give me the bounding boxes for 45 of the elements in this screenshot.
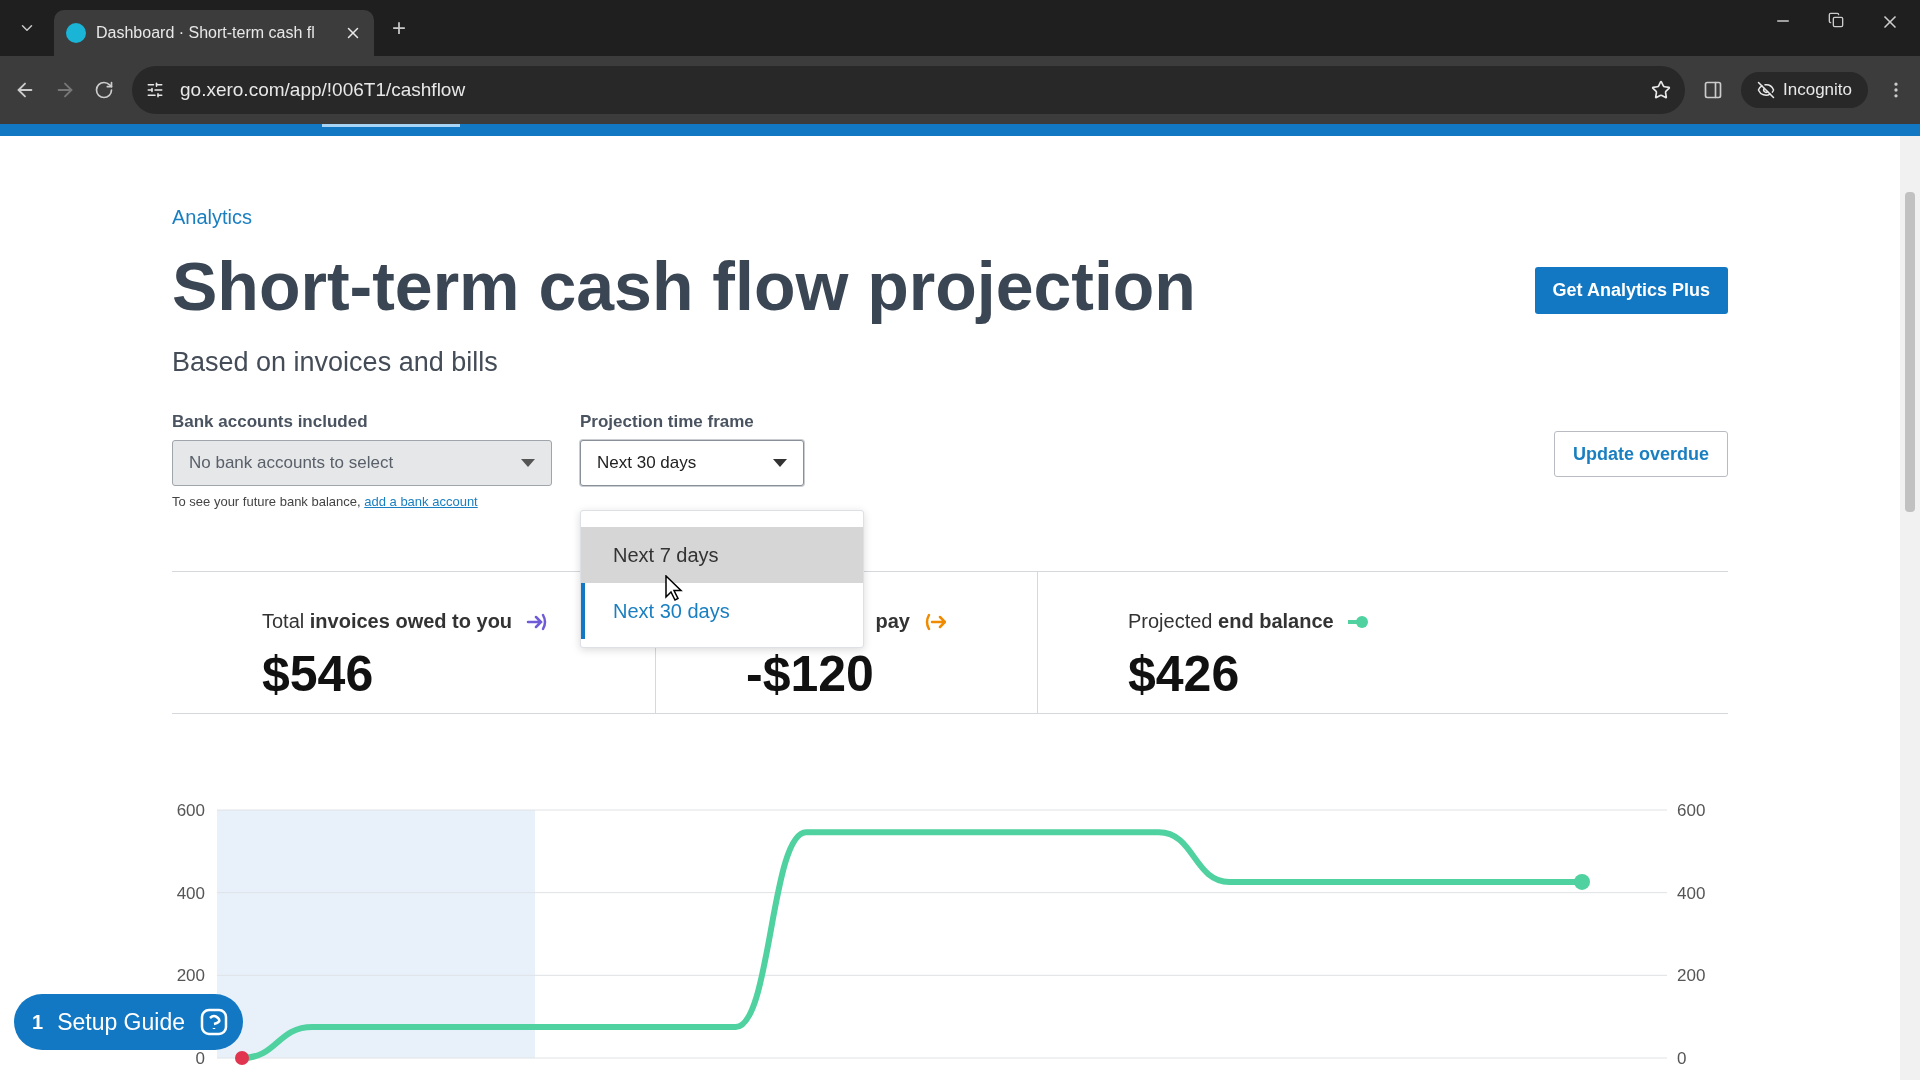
page-title: Short-term cash flow projection bbox=[172, 247, 1196, 325]
site-settings-icon[interactable] bbox=[146, 81, 164, 99]
new-tab-button[interactable]: + bbox=[386, 8, 412, 48]
restore-icon[interactable] bbox=[1828, 12, 1844, 28]
axis-tick-label: 200 bbox=[1677, 966, 1706, 986]
field-label: Projection time frame bbox=[580, 412, 755, 432]
side-panel-icon[interactable] bbox=[1703, 80, 1723, 100]
reload-icon[interactable] bbox=[94, 80, 114, 100]
mouse-pointer-icon bbox=[665, 575, 683, 601]
get-analytics-plus-button[interactable]: Get Analytics Plus bbox=[1534, 266, 1728, 314]
help-icon bbox=[199, 1007, 229, 1037]
scrollbar-thumb[interactable] bbox=[1905, 192, 1915, 512]
field-label: Bank accounts included bbox=[172, 412, 369, 432]
caret-icon bbox=[773, 459, 787, 467]
incognito-badge[interactable]: Incognito bbox=[1741, 72, 1868, 108]
bookmark-star-icon[interactable] bbox=[1651, 80, 1671, 100]
axis-tick-label: 400 bbox=[1677, 883, 1706, 903]
start-point bbox=[235, 1051, 249, 1065]
dropdown-option[interactable]: Next 30 days bbox=[581, 583, 863, 639]
setup-guide-button[interactable]: 1 Setup Guide bbox=[14, 994, 243, 1050]
axis-tick-label: 600 bbox=[176, 801, 205, 820]
axis-tick-label: 0 bbox=[1677, 1049, 1687, 1068]
hint-text: To see your future bank balance, add a bank account bbox=[172, 494, 479, 509]
summary-value: $426 bbox=[1128, 645, 1241, 703]
browser-tab[interactable]: Dashboard · Short-term cash fl bbox=[54, 10, 374, 56]
axis-tick-label: 0 bbox=[195, 1049, 205, 1068]
axis-tick-label: 400 bbox=[176, 883, 205, 903]
axis-tick-label: 600 bbox=[1677, 801, 1706, 820]
url-text: go.xero.com/app/!006T1/cashflow bbox=[180, 79, 467, 101]
tab-title: Dashboard · Short-term cash fl bbox=[96, 24, 316, 42]
summary-label: Total invoices owed to you bbox=[262, 610, 513, 633]
summary-value: -$120 bbox=[746, 645, 875, 703]
page-subtitle: Based on invoices and bills bbox=[172, 347, 499, 378]
breadcrumb-link[interactable]: Analytics bbox=[172, 206, 253, 229]
dropdown-option[interactable]: Next 7 days bbox=[581, 527, 863, 583]
caret-icon bbox=[521, 459, 535, 467]
time-frame-select[interactable]: Next 30 days bbox=[580, 440, 804, 486]
summary-label: pay bbox=[875, 610, 910, 633]
summary-label: Projected end balance bbox=[1128, 610, 1334, 633]
address-bar[interactable]: go.xero.com/app/!006T1/cashflow bbox=[132, 66, 1685, 114]
axis-tick-label: 200 bbox=[176, 966, 205, 986]
update-overdue-button[interactable]: Update overdue bbox=[1553, 431, 1728, 477]
site-icon bbox=[66, 23, 86, 43]
end-point bbox=[1574, 873, 1590, 890]
summary-value: $546 bbox=[262, 645, 375, 703]
